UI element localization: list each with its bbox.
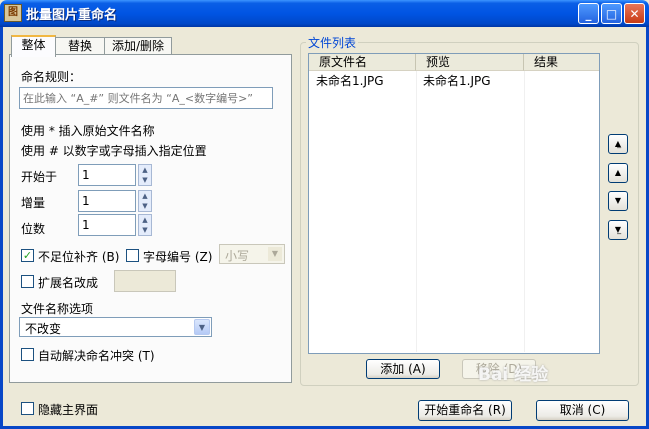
case-select[interactable]: 小写 ▼	[219, 244, 285, 264]
move-up-icon[interactable]: ▲	[608, 163, 628, 183]
start-label: 开始于	[21, 170, 58, 184]
column-divider	[416, 71, 417, 352]
letter-checkbox[interactable]	[126, 249, 139, 262]
spin-up-icon[interactable]: ▲	[139, 215, 151, 225]
increment-spinner[interactable]: ▲ ▼	[138, 190, 152, 212]
row-original-cell[interactable]: 未命名1.JPG	[316, 72, 384, 89]
ext-checkbox[interactable]	[21, 275, 34, 288]
letter-label: 字母编号 (Z)	[143, 250, 213, 264]
auto-conflict-checkbox[interactable]	[21, 348, 34, 361]
digits-input[interactable]: 1	[78, 214, 136, 236]
hide-main-checkbox[interactable]	[21, 402, 34, 415]
row-preview-cell[interactable]: 未命名1.JPG	[423, 72, 491, 89]
spin-down-icon[interactable]: ▼	[139, 175, 151, 185]
close-button[interactable]: ✕	[624, 3, 645, 24]
increment-input[interactable]: 1	[78, 190, 136, 212]
start-rename-button[interactable]: 开始重命名 (R)	[418, 400, 512, 421]
digits-spinner[interactable]: ▲ ▼	[138, 214, 152, 236]
chevron-down-icon[interactable]: ▼	[268, 247, 282, 261]
column-header-result[interactable]: 结果	[524, 54, 599, 71]
add-button[interactable]: 添加 (A)	[366, 359, 440, 379]
filename-options-label: 文件名称选项	[21, 302, 94, 316]
start-spinner[interactable]: ▲ ▼	[138, 164, 152, 186]
spin-down-icon[interactable]: ▼	[139, 201, 151, 211]
file-list[interactable]	[308, 53, 600, 354]
spin-up-icon[interactable]: ▲	[139, 191, 151, 201]
column-divider	[524, 71, 525, 352]
hide-main-label: 隐藏主界面	[38, 403, 99, 417]
move-bottom-icon[interactable]: ▼̲	[608, 220, 628, 240]
tab-add-delete[interactable]: 添加/删除	[104, 37, 172, 55]
tab-overall[interactable]: 整体	[11, 35, 56, 57]
naming-rule-input[interactable]	[19, 87, 273, 109]
ext-label: 扩展名改成	[38, 276, 99, 290]
ext-input[interactable]	[114, 270, 176, 292]
move-top-icon[interactable]: ▲̲	[608, 134, 628, 154]
spin-up-icon[interactable]: ▲	[139, 165, 151, 175]
window-title: 批量图片重命名	[26, 8, 118, 23]
window-frame-left	[0, 27, 3, 429]
filename-options-select[interactable]: 不改变 ▼	[19, 317, 212, 337]
chevron-down-icon[interactable]: ▼	[194, 319, 210, 335]
increment-label: 增量	[21, 196, 46, 210]
pad-label: 不足位补齐 (B)	[38, 250, 120, 264]
start-input[interactable]: 1	[78, 164, 136, 186]
maximize-button[interactable]: □	[601, 3, 622, 24]
digits-label: 位数	[21, 222, 46, 236]
move-down-icon[interactable]: ▼	[608, 191, 628, 211]
spin-down-icon[interactable]: ▼	[139, 225, 151, 235]
naming-rule-label: 命名规则：	[21, 70, 82, 84]
column-header-preview[interactable]: 预览	[416, 54, 524, 71]
hint-hash-text: 使用 # 以数字或字母插入指定位置	[21, 144, 207, 158]
auto-conflict-label: 自动解决命名冲突 (T)	[38, 349, 155, 363]
cancel-button[interactable]: 取消 (C)	[536, 400, 629, 421]
tab-replace[interactable]: 替换	[55, 37, 105, 55]
hint-star-text: 使用 * 插入原始文件名称	[21, 124, 155, 138]
app-icon: 图	[4, 4, 22, 22]
column-header-original[interactable]: 原文件名	[309, 54, 416, 71]
minimize-button[interactable]: _	[578, 3, 599, 24]
file-list-label: 文件列表	[306, 34, 359, 51]
watermark: Bai 经验	[478, 365, 549, 385]
case-select-value: 小写	[225, 249, 250, 263]
pad-checkbox[interactable]: ✓	[21, 249, 34, 262]
filename-options-value: 不改变	[25, 322, 62, 336]
